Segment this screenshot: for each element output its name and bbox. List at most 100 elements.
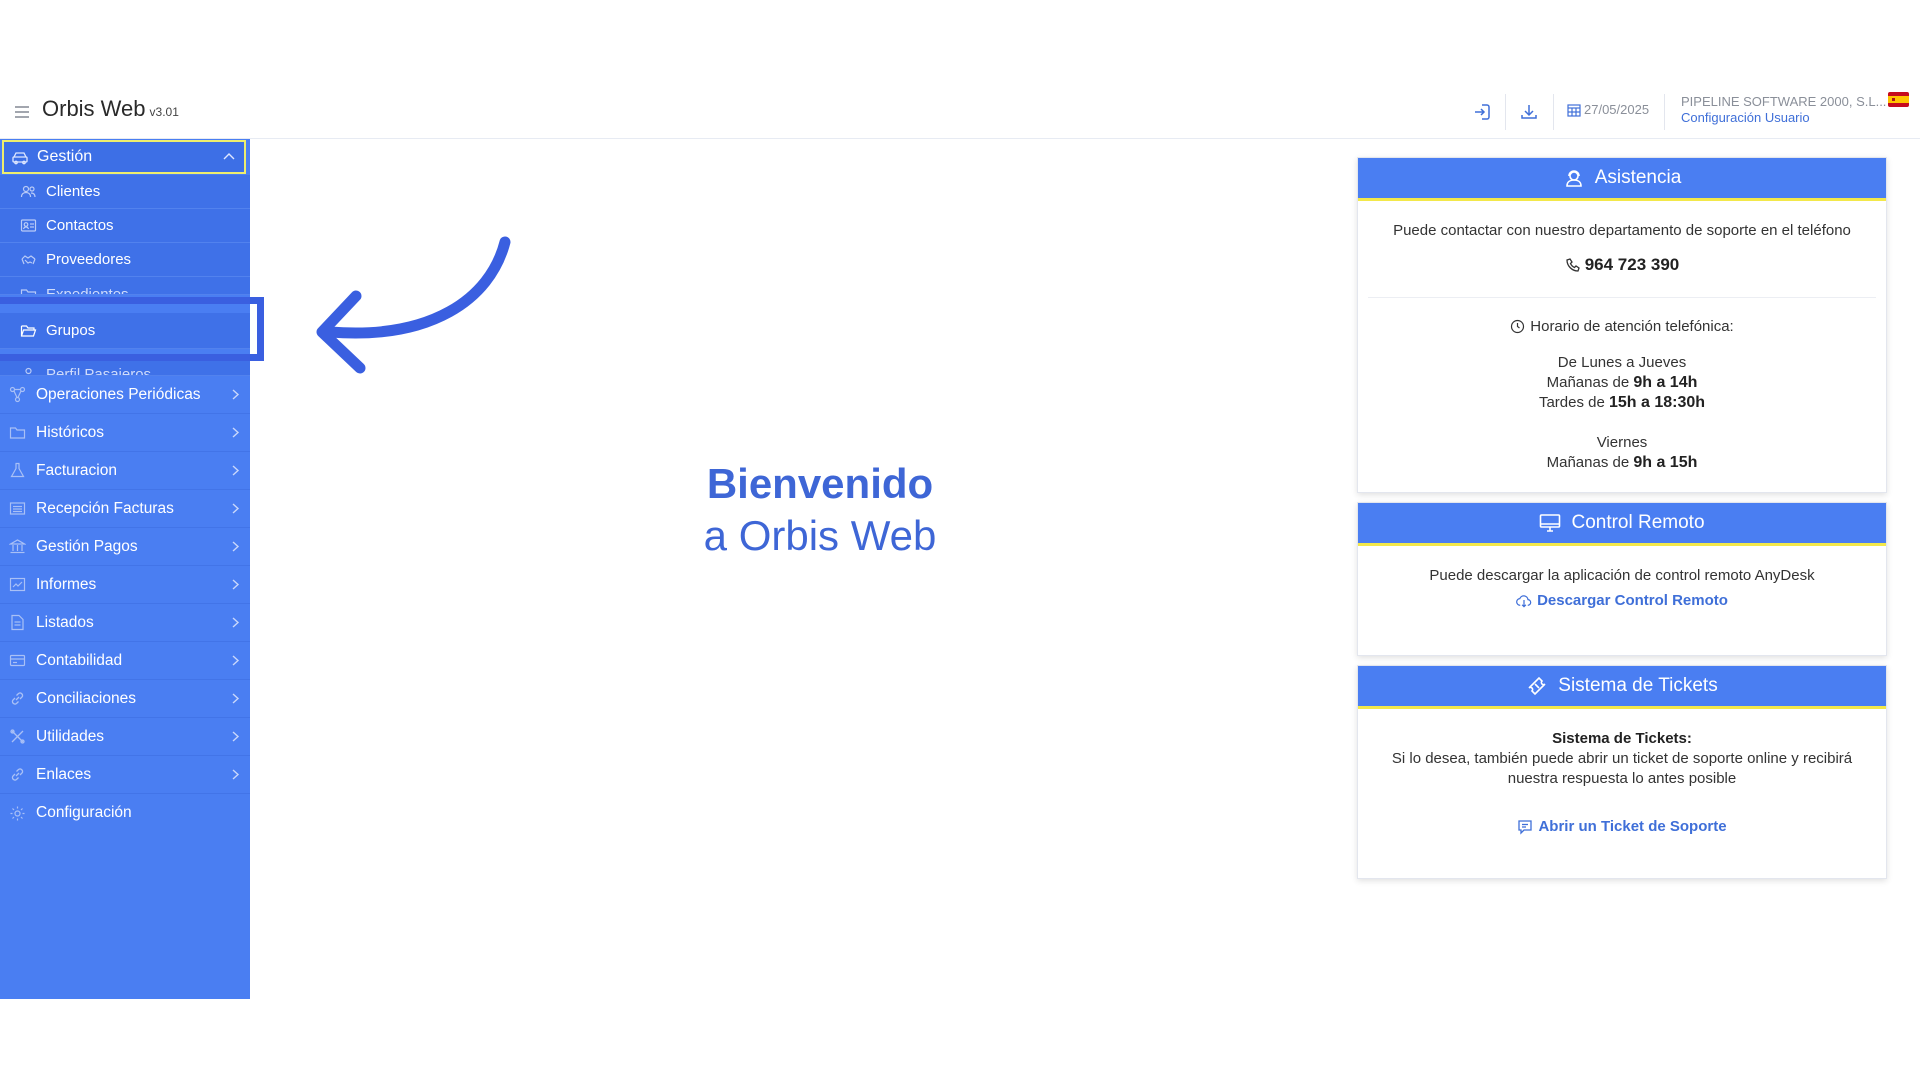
highlight-box-bottom: [0, 354, 264, 361]
chevron-right-icon: [229, 730, 242, 743]
sidebar-item-configuracion[interactable]: Configuración: [0, 794, 250, 832]
sidebar-item-facturacion[interactable]: Facturacion: [0, 452, 250, 490]
message-icon: [1517, 819, 1533, 835]
divider: [1368, 297, 1876, 298]
sidebar-item-contactos[interactable]: Contactos: [0, 209, 250, 243]
sidebar-item-recepcion-facturas[interactable]: Recepción Facturas: [0, 490, 250, 528]
sidebar-item-historicos[interactable]: Históricos: [0, 414, 250, 452]
folder-icon: [9, 424, 26, 441]
download-remote-label: Descargar Control Remoto: [1537, 592, 1728, 609]
bank-icon: [9, 538, 26, 555]
afternoon-hours: 15h a 18:30h: [1608, 394, 1706, 411]
phone-number: 964 723 390: [1584, 255, 1680, 274]
morning-hours: 9h a 15h: [1633, 454, 1698, 471]
company-name: PIPELINE SOFTWARE 2000, S.L...: [1681, 94, 1887, 109]
schedule-title-text: Horario de atención telefónica:: [1530, 318, 1734, 335]
sidebar-item-label: Utilidades: [36, 727, 105, 745]
welcome-message: Bienvenido a Orbis Web: [620, 458, 1020, 562]
welcome-title: Bienvenido: [706, 460, 934, 507]
sidebar-item-label: Contabilidad: [36, 651, 123, 669]
download-icon[interactable]: [1517, 100, 1541, 124]
schedule-days-2: Viernes: [1596, 434, 1648, 451]
user-config-link[interactable]: Configuración Usuario: [1681, 110, 1810, 125]
sidebar-item-listados[interactable]: Listados: [0, 604, 250, 642]
card-body: Sistema de Tickets: Si lo desea, también…: [1358, 709, 1886, 839]
sidebar-item-label: Grupos: [46, 322, 96, 339]
login-icon[interactable]: [1470, 100, 1494, 124]
sidebar-item-contabilidad[interactable]: Contabilidad: [0, 642, 250, 680]
cloud-download-icon: [1516, 593, 1532, 609]
sidebar-item-label: Clientes: [46, 183, 101, 200]
support-intro: Puede contactar con nuestro departamento…: [1393, 222, 1851, 239]
sidebar-item-proveedores[interactable]: Proveedores: [0, 243, 250, 277]
sidebar-item-label: Gestión Pagos: [36, 537, 138, 555]
date-text: 27/05/2025: [1584, 102, 1650, 117]
gear-icon: [9, 805, 26, 822]
sidebar-item-informes[interactable]: Informes: [0, 566, 250, 604]
sidebar-item-label: Contactos: [46, 217, 114, 234]
clock-icon: [1510, 319, 1525, 334]
open-ticket-label: Abrir un Ticket de Soporte: [1538, 818, 1727, 835]
sidebar-item-conciliaciones[interactable]: Conciliaciones: [0, 680, 250, 718]
contact-card-icon: [20, 217, 37, 234]
sidebar-item-label: Enlaces: [36, 765, 92, 783]
sidebar-item-label: Perfil Pasajeros: [46, 366, 152, 376]
sidebar-section-gestion[interactable]: Gestión: [2, 140, 246, 174]
calendar-icon: [1567, 103, 1581, 117]
open-ticket-link[interactable]: Abrir un Ticket de Soporte: [1517, 818, 1727, 835]
chevron-right-icon: [229, 540, 242, 553]
sidebar-item-operaciones-periodicas[interactable]: Operaciones Periódicas: [0, 376, 250, 414]
phone-icon: [1565, 257, 1581, 273]
morning-hours: 9h a 14h: [1633, 374, 1698, 391]
network-icon: [9, 386, 26, 403]
schedule-morning-1: Mañanas de 9h a 14h: [1358, 373, 1886, 393]
card-header: Control Remoto: [1358, 503, 1886, 546]
sidebar-item-label: Proveedores: [46, 251, 132, 268]
support-agent-icon: [1563, 167, 1585, 189]
tickets-subtitle: Sistema de Tickets:: [1552, 730, 1692, 747]
card-title: Asistencia: [1594, 167, 1682, 188]
sidebar-item-gestion-pagos[interactable]: Gestión Pagos: [0, 528, 250, 566]
card-title: Control Remoto: [1571, 512, 1705, 533]
date-display[interactable]: 27/05/2025: [1567, 102, 1649, 117]
flask-icon: [9, 462, 26, 479]
download-remote-link[interactable]: Descargar Control Remoto: [1516, 592, 1728, 609]
handshake-icon: [20, 251, 37, 268]
tickets-text: Si lo desea, también puede abrir un tick…: [1391, 750, 1853, 787]
report-icon: [9, 576, 26, 593]
ticket-icon: [1526, 675, 1548, 697]
chevron-right-icon: [229, 616, 242, 629]
sidebar: Gestión Clientes Contactos Proveedores E…: [0, 139, 250, 999]
list-icon: [9, 500, 26, 517]
chevron-right-icon: [229, 464, 242, 477]
sidebar-item-label: Conciliaciones: [36, 689, 136, 707]
morning-label: Mañanas de: [1546, 374, 1630, 391]
sidebar-item-enlaces[interactable]: Enlaces: [0, 756, 250, 794]
sidebar-item-grupos[interactable]: Grupos: [0, 313, 250, 349]
spain-flag-icon[interactable]: [1888, 92, 1909, 107]
sidebar-item-expedientes[interactable]: Expedientes: [0, 277, 250, 295]
chevron-right-icon: [229, 502, 242, 515]
schedule-morning-2: Mañanas de 9h a 15h: [1358, 453, 1886, 473]
monitor-icon: [1539, 512, 1561, 534]
tickets-card: Sistema de Tickets Sistema de Tickets: S…: [1357, 665, 1887, 879]
chevron-right-icon: [229, 654, 242, 667]
sidebar-item-clientes[interactable]: Clientes: [0, 175, 250, 209]
chevron-right-icon: [229, 426, 242, 439]
sidebar-item-label: Expedientes: [46, 286, 129, 295]
hamburger-menu-icon[interactable]: [13, 103, 31, 121]
assistance-card: Asistencia Puede contactar con nuestro d…: [1357, 157, 1887, 493]
passenger-icon: [20, 366, 37, 375]
sidebar-item-perfil-pasajeros[interactable]: Perfil Pasajeros: [0, 360, 250, 376]
document-icon: [9, 614, 26, 631]
users-icon: [20, 183, 37, 200]
divider: [1664, 94, 1665, 130]
chevron-up-icon: [222, 150, 236, 164]
sidebar-item-label: Listados: [36, 613, 94, 631]
card-body: Puede contactar con nuestro departamento…: [1358, 201, 1886, 473]
divider: [1553, 94, 1554, 130]
schedule-title: Horario de atención telefónica:: [1358, 318, 1886, 335]
afternoon-label: Tardes de: [1538, 394, 1605, 411]
support-phone[interactable]: 964 723 390: [1565, 255, 1680, 275]
sidebar-item-utilidades[interactable]: Utilidades: [0, 718, 250, 756]
